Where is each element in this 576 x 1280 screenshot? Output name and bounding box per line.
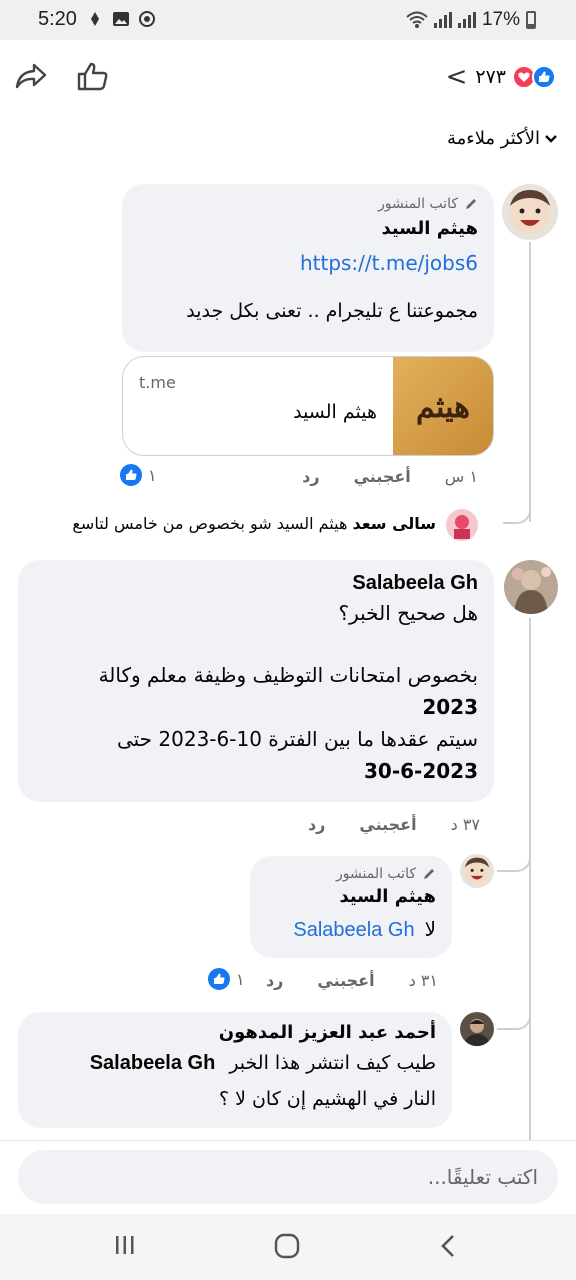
like-reaction-icon xyxy=(120,464,142,486)
link-preview-title: هيثم السيد xyxy=(293,401,377,423)
share-icon[interactable] xyxy=(14,60,48,96)
like-reaction-icon xyxy=(532,65,556,89)
reply-button[interactable]: رد xyxy=(266,971,283,990)
author-badge: كاتب المنشور xyxy=(266,866,436,882)
comment-time: ١ س xyxy=(444,467,478,486)
comment-likes[interactable]: ١ xyxy=(120,464,157,486)
comment-line: النار في الهشيم إن كان لا ؟ xyxy=(218,1088,436,1110)
pencil-icon xyxy=(466,199,476,209)
author-badge-label: كاتب المنشور xyxy=(378,196,458,212)
comment-time: ٣١ د xyxy=(408,971,438,990)
like-button[interactable]: أعجبني xyxy=(317,971,374,990)
link-preview[interactable]: هيثم t.me هيثم السيد xyxy=(122,356,494,456)
avatar[interactable] xyxy=(504,560,558,614)
comment-line: بخصوص امتحانات التوظيف وظيفة معلم وكالة xyxy=(98,663,478,687)
comment-line: طيب كيف انتشر هذا الخبر xyxy=(229,1052,436,1074)
like-icon[interactable] xyxy=(76,60,110,96)
avatar[interactable] xyxy=(460,854,494,888)
like-count: ١ xyxy=(236,969,245,989)
signal-icon xyxy=(433,12,452,28)
notification-app-icon xyxy=(91,12,99,26)
reactions-summary[interactable]: < ٢٧٣ xyxy=(446,62,556,92)
thread-line xyxy=(529,242,531,522)
comment-actions: ٣١ د أعجبني رد xyxy=(266,971,438,990)
comment-actions: ١ س أعجبني رد xyxy=(302,467,478,486)
link-preview-logo-text: هيثم xyxy=(416,389,470,425)
chevron-left-icon: < xyxy=(445,62,468,92)
comment-author[interactable]: هيثم السيد xyxy=(138,218,478,239)
reaction-count: ٢٧٣ xyxy=(475,66,506,88)
battery-icon xyxy=(526,11,536,29)
recent-apps-icon[interactable] xyxy=(114,1234,136,1260)
comment-time: ٣٧ د xyxy=(450,815,480,834)
link-preview-domain: t.me xyxy=(139,373,176,392)
comment-bubble[interactable]: كاتب المنشور هيثم السيد https://t.me/job… xyxy=(122,184,494,352)
comment-input[interactable]: اكتب تعليقًا... xyxy=(18,1150,558,1204)
status-right: 17% xyxy=(406,9,536,31)
sort-dropdown[interactable]: الأكثر ملاءمة xyxy=(447,128,558,149)
comment-text: لا xyxy=(424,917,436,941)
mention-link[interactable]: Salabeela Gh xyxy=(90,1052,216,1075)
comment-author[interactable]: Salabeela Gh xyxy=(34,572,478,595)
comment-likes[interactable]: ١ xyxy=(208,968,245,990)
reply-preview-author: سالى سعد xyxy=(352,514,436,533)
battery-percent: 17% xyxy=(481,9,520,30)
back-icon[interactable] xyxy=(438,1233,458,1263)
thread-line xyxy=(529,618,531,1143)
comment-input-placeholder: اكتب تعليقًا... xyxy=(427,1165,538,1189)
link-preview-image: هيثم xyxy=(393,357,493,455)
comment-bubble[interactable]: أحمد عبد العزيز المدهون طيب كيف انتشر هذ… xyxy=(18,1012,452,1128)
mention-link[interactable]: Salabeela Gh xyxy=(293,919,414,942)
like-button[interactable]: أعجبني xyxy=(359,815,416,834)
thread-connector xyxy=(503,498,531,524)
sort-label: الأكثر ملاءمة xyxy=(446,128,540,149)
comment-line: 2023 xyxy=(422,695,478,719)
comment-line: سيتم عقدها ما بين الفترة 10-6-2023 حتى xyxy=(116,727,478,751)
pencil-icon xyxy=(424,869,434,879)
avatar[interactable] xyxy=(446,509,478,541)
comment-line: 30-6-2023 xyxy=(363,759,478,783)
like-reaction-icon xyxy=(208,968,230,990)
avatar[interactable] xyxy=(460,1012,494,1046)
comment-bubble[interactable]: كاتب المنشور هيثم السيد لا Salabeela Gh xyxy=(250,856,452,958)
comment-link[interactable]: https://t.me/jobs6 xyxy=(138,251,478,275)
status-notification-icons xyxy=(86,10,156,28)
reply-button[interactable]: رد xyxy=(308,815,325,834)
comment-text: مجموعتنا ع تليجرام .. تعنى بكل جديد xyxy=(186,300,478,322)
wifi-icon xyxy=(406,11,428,28)
chevron-down-icon xyxy=(545,134,557,143)
like-count: ١ xyxy=(148,465,157,485)
like-button[interactable]: أعجبني xyxy=(354,467,411,486)
author-badge-label: كاتب المنشور xyxy=(336,866,416,882)
home-icon[interactable] xyxy=(274,1233,300,1263)
reply-preview[interactable]: سالى سعد هيثم السيد شو بخصوص من خامس لتا… xyxy=(72,514,436,533)
comment-author[interactable]: أحمد عبد العزيز المدهون xyxy=(34,1022,436,1043)
reply-preview-text: هيثم السيد شو بخصوص من خامس لتاسع xyxy=(72,514,348,533)
status-time: 5:20 xyxy=(38,8,77,30)
comment-bubble[interactable]: Salabeela Gh هل صحيح الخبر؟ بخصوص امتحان… xyxy=(18,560,494,802)
comment-actions: ٣٧ د أعجبني رد xyxy=(308,815,480,834)
signal-icon-2 xyxy=(457,12,476,28)
comment-body: طيب كيف انتشر هذا الخبر Salabeela Gh xyxy=(34,1047,436,1079)
comment-author[interactable]: هيثم السيد xyxy=(266,886,436,907)
comment-body: لا Salabeela Gh xyxy=(266,913,436,945)
whatsapp-icon xyxy=(139,11,155,27)
avatar[interactable] xyxy=(502,184,558,240)
reply-button[interactable]: رد xyxy=(302,467,319,486)
gallery-icon xyxy=(113,12,129,26)
thread-connector xyxy=(497,848,531,872)
author-badge: كاتب المنشور xyxy=(138,196,478,212)
comment-line: هل صحيح الخبر؟ xyxy=(338,601,479,625)
thread-connector xyxy=(497,1006,531,1030)
